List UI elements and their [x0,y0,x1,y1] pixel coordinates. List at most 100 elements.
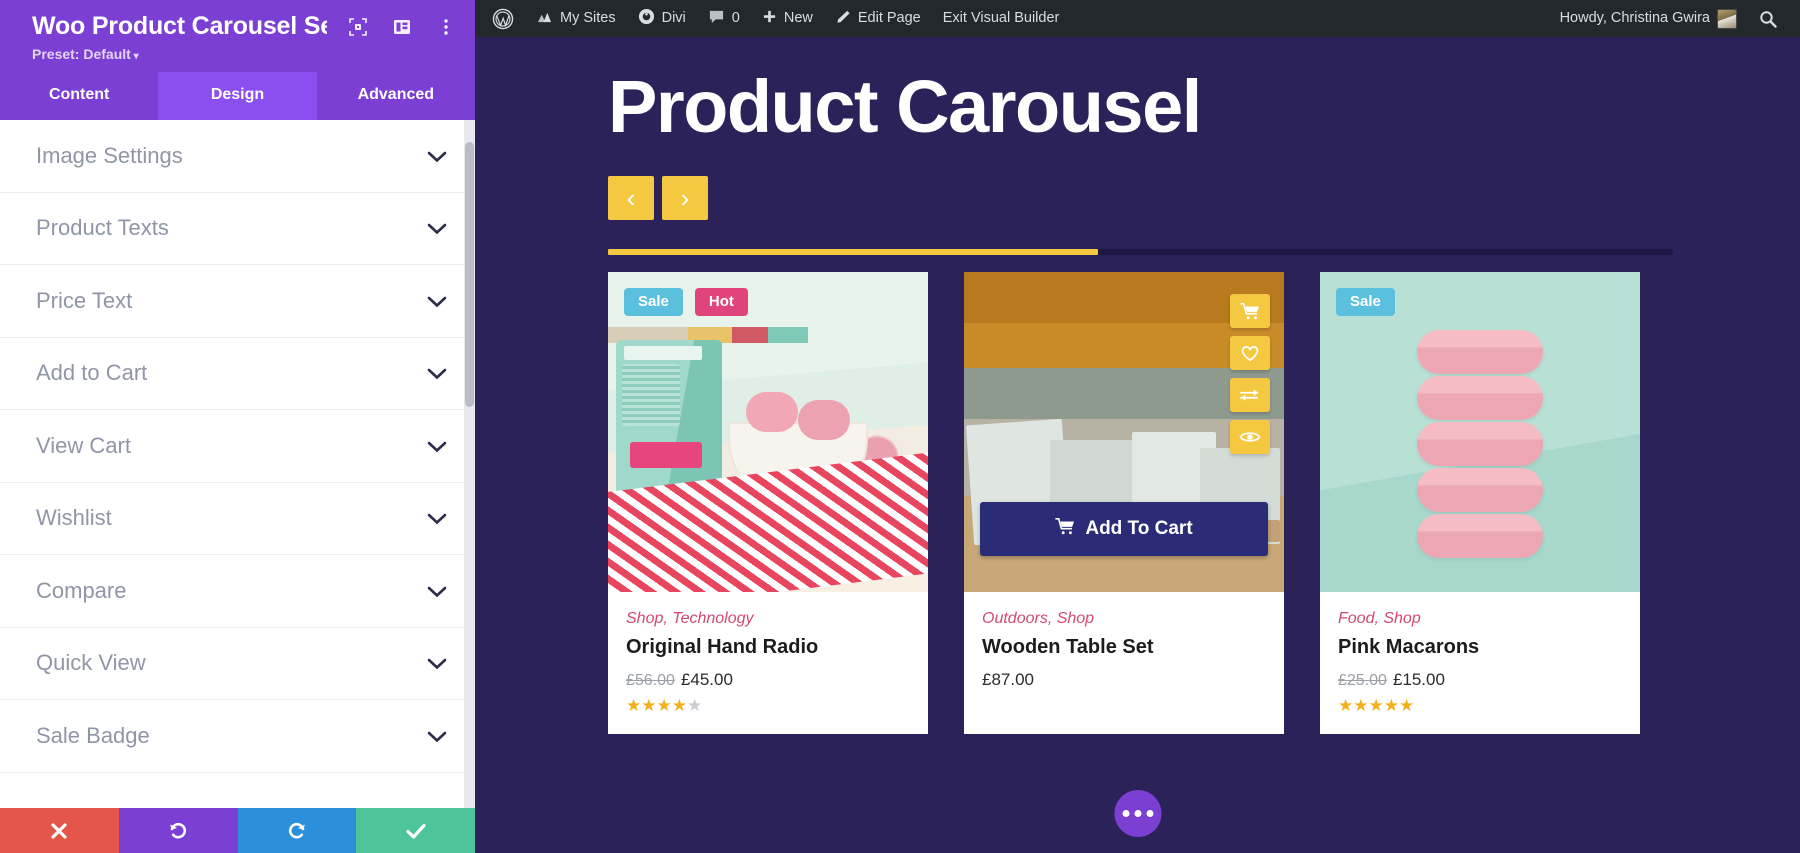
focus-target-icon[interactable] [347,16,369,38]
product-categories[interactable]: Outdoors, Shop [982,610,1266,628]
product-categories[interactable]: Shop, Technology [626,610,910,628]
module-settings-panel: Woo Product Carousel Setti... [0,0,475,853]
status-badge: Sale [1336,288,1395,316]
visual-builder-canvas: Product Carousel ‹ › Sale Hot Shop, Tech… [475,37,1800,853]
carousel-heading: Product Carousel [608,65,1202,148]
product-title[interactable]: Wooden Table Set [982,636,1266,659]
product-title[interactable]: Original Hand Radio [626,636,910,659]
product-image: Add To Cart [964,272,1284,592]
search-icon[interactable] [1748,0,1788,37]
image-decor [1417,376,1543,420]
compare-icon[interactable] [1230,378,1270,412]
section-product-texts[interactable]: Product Texts [0,193,475,265]
ellipsis-icon [1122,810,1129,817]
star-icon: ★ [626,696,642,715]
settings-footer-actions [0,808,475,853]
image-decor [1417,330,1543,374]
add-to-cart-button[interactable]: Add To Cart [980,502,1268,556]
admin-bar-label: Divi [661,10,686,27]
product-title[interactable]: Pink Macarons [1338,636,1622,659]
product-image: Sale Hot [608,272,928,592]
admin-bar-label: Exit Visual Builder [942,10,1060,27]
product-info: Food, Shop Pink Macarons £25.00 £15.00 ★★… [1320,592,1640,734]
avatar [1717,8,1737,29]
chevron-down-icon [427,657,447,670]
admin-bar-item-divi[interactable]: Divi [627,0,697,37]
product-sale-price: £45.00 [680,670,733,689]
product-rating: ★★★★★ [1338,697,1622,714]
admin-bar-account[interactable]: Howdy, Christina Gwira [1549,0,1748,37]
star-icon: ★ [641,696,657,715]
settings-sections-list: Image Settings Product Texts Price Text … [0,120,475,808]
carousel-prev-button[interactable]: ‹ [608,176,654,220]
product-card[interactable]: Sale Hot Shop, Technology Original Hand … [608,272,928,734]
star-icon: ★ [1368,696,1384,715]
layout-panel-icon[interactable] [391,16,413,38]
image-decor [1417,422,1543,466]
admin-bar-label: My Sites [560,10,616,27]
carousel-next-button[interactable]: › [662,176,708,220]
section-wishlist[interactable]: Wishlist [0,483,475,555]
product-price: £87.00 [982,670,1266,690]
app-root: Woo Product Carousel Setti... [0,0,1800,853]
settings-scrollbar[interactable] [464,120,475,808]
tab-content[interactable]: Content [0,72,159,120]
chevron-down-icon [427,512,447,525]
image-decor [1417,468,1543,512]
star-icon: ★ [656,696,672,715]
product-carousel: Sale Hot Shop, Technology Original Hand … [608,272,1800,734]
settings-panel-header: Woo Product Carousel Setti... [0,0,475,72]
section-quick-view[interactable]: Quick View [0,628,475,700]
admin-bar-item-edit-page[interactable]: Edit Page [824,0,932,37]
chevron-down-icon [427,222,447,235]
admin-bar-item-exit-visual-builder[interactable]: Exit Visual Builder [932,0,1071,37]
section-view-cart[interactable]: View Cart [0,410,475,483]
chevron-down-icon [427,440,447,453]
star-icon: ★ [1353,696,1369,715]
chevron-down-icon [427,730,447,743]
section-compare[interactable]: Compare [0,555,475,628]
star-icon: ★ [1383,696,1399,715]
section-label: Image Settings [36,142,183,168]
product-categories[interactable]: Food, Shop [1338,610,1622,628]
product-badges: Sale Hot [624,288,748,316]
page-title: Woo Product Carousel Setti... [32,12,327,40]
cart-icon[interactable] [1230,294,1270,328]
product-card[interactable]: Sale Food, Shop Pink Macarons £25.00 £15.… [1320,272,1640,734]
chevron-down-icon: ▾ [130,51,139,62]
cancel-button[interactable] [0,808,119,853]
status-badge: Sale [624,288,683,316]
wordpress-logo-icon[interactable] [481,0,525,37]
section-label: Sale Badge [36,722,150,748]
image-decor [746,392,798,432]
section-label: Add to Cart [36,360,148,386]
more-vertical-icon[interactable] [435,16,457,38]
carousel-progress-track[interactable] [608,249,1673,255]
section-image-settings[interactable]: Image Settings [0,120,475,193]
divi-icon [638,8,655,29]
save-button[interactable] [356,808,475,853]
section-sale-badge[interactable]: Sale Badge [0,700,475,773]
admin-bar-item-my-sites[interactable]: My Sites [525,0,627,37]
admin-bar-item-comments[interactable]: 0 [697,0,751,37]
heart-icon[interactable] [1230,336,1270,370]
section-add-to-cart[interactable]: Add to Cart [0,338,475,410]
preset-selector[interactable]: Preset: Default ▾ [32,46,457,62]
image-decor [624,346,702,360]
redo-button[interactable] [237,808,357,853]
product-rating: ★★★★★ [626,697,910,714]
scrollbar-thumb[interactable] [465,142,474,407]
tab-design[interactable]: Design [158,72,317,120]
eye-icon[interactable] [1230,420,1270,454]
module-more-options-button[interactable] [1114,790,1161,837]
product-card[interactable]: Add To Cart Outdoors, Shop Wooden Table … [964,272,1284,734]
admin-bar-item-new[interactable]: New [751,0,824,37]
product-info: Outdoors, Shop Wooden Table Set £87.00 [964,592,1284,710]
section-price-text[interactable]: Price Text [0,265,475,338]
cart-icon [1055,517,1075,541]
tab-advanced[interactable]: Advanced [316,72,475,120]
product-badges: Sale [1336,288,1395,316]
chevron-down-icon [427,585,447,598]
product-sale-price: £15.00 [1392,670,1445,689]
undo-button[interactable] [118,808,238,853]
